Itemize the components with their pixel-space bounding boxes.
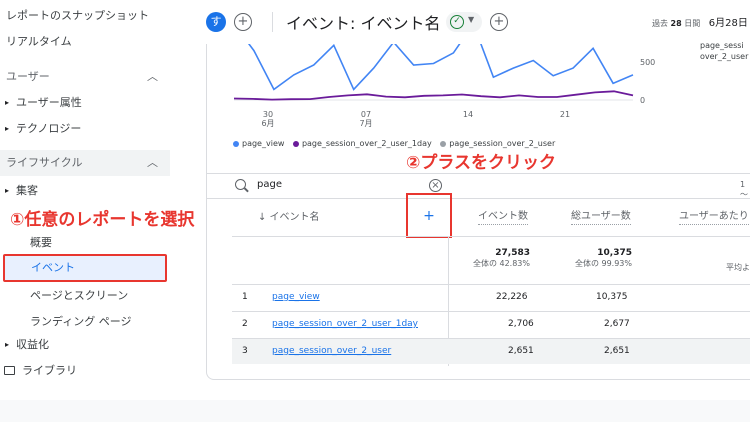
search-input[interactable]: page bbox=[257, 179, 282, 190]
y-tick-label: 0 bbox=[640, 96, 645, 105]
annotation-step2: ②プラスをクリック bbox=[406, 153, 557, 173]
avatar[interactable]: す bbox=[206, 12, 226, 32]
legend-dot bbox=[292, 140, 299, 147]
right-legend: page_sessi over_2_user bbox=[700, 41, 749, 61]
column-header-per-user[interactable]: ユーザーあたり bbox=[679, 209, 749, 225]
column-header-event-count[interactable]: イベント数 bbox=[478, 209, 528, 225]
table-search-row: page × 1 〜 bbox=[207, 173, 750, 199]
event-link[interactable]: page_view bbox=[272, 292, 320, 302]
x-tick-label: 30 bbox=[263, 110, 273, 119]
x-tick-label: 14 bbox=[463, 110, 473, 119]
table-row[interactable]: 3 page_session_over_2_user 2,651 2,651 bbox=[232, 338, 750, 364]
sidebar-item-user-attributes[interactable]: ▸ ユーザー属性 bbox=[0, 91, 170, 115]
column-header-total-users[interactable]: 総ユーザー数 bbox=[571, 209, 631, 225]
column-header-event-name[interactable]: ↓ イベント名 bbox=[258, 200, 320, 236]
header-divider bbox=[232, 236, 750, 237]
add-comparison-icon[interactable]: + bbox=[234, 13, 252, 31]
search-icon bbox=[235, 179, 246, 190]
total-event-count: 27,583 全体の 42.83% bbox=[472, 248, 530, 268]
table-row[interactable]: 1 page_view 22,226 10,375 bbox=[232, 284, 750, 310]
add-filter-icon[interactable]: + bbox=[490, 13, 508, 31]
pagination[interactable]: 1 〜 bbox=[740, 180, 750, 200]
legend-item[interactable]: page_view bbox=[233, 139, 284, 148]
chevron-up-icon: ︿ bbox=[147, 70, 158, 83]
clear-icon[interactable]: × bbox=[429, 179, 442, 192]
date-range[interactable]: 過去 28 日間 6月28日 bbox=[652, 14, 748, 29]
legend-item[interactable]: page_session_over_2_user bbox=[440, 139, 555, 148]
sidebar-item-acquisition[interactable]: ▸ 集客 bbox=[0, 179, 170, 203]
report-header: す + イベント: イベント名 ✓ ▼ + 過去 28 日間 6月28日 bbox=[200, 0, 750, 44]
status-chip[interactable]: ✓ ▼ bbox=[446, 12, 482, 32]
legend-dot bbox=[233, 140, 239, 147]
page-title: イベント: イベント名 bbox=[286, 14, 441, 33]
sidebar-item-technology[interactable]: ▸ テクノロジー bbox=[0, 117, 170, 141]
folder-icon bbox=[4, 366, 15, 375]
check-circle-icon: ✓ bbox=[450, 15, 464, 29]
total-users: 10,375 全体の 99.93% bbox=[574, 248, 632, 268]
per-user-sub: 平均よ bbox=[726, 263, 750, 272]
legend-dot bbox=[440, 140, 447, 147]
chevron-down-icon: ▼ bbox=[468, 15, 475, 24]
series-line-page_session_over_2_user_1day bbox=[233, 90, 634, 101]
sidebar-item-events[interactable]: イベント bbox=[3, 254, 167, 282]
x-tick-label: 6月 bbox=[261, 119, 274, 128]
x-tick-label: 7月 bbox=[359, 119, 372, 128]
event-link[interactable]: page_session_over_2_user_1day bbox=[272, 319, 418, 329]
sidebar-item-snapshot[interactable]: レポートのスナップショット bbox=[0, 4, 170, 28]
expand-icon: ▸ bbox=[5, 186, 10, 195]
event-link[interactable]: page_session_over_2_user bbox=[272, 346, 391, 356]
chart-legend: page_view page_session_over_2_user_1day … bbox=[233, 139, 561, 148]
expand-icon: ▸ bbox=[5, 124, 10, 133]
sidebar-item-realtime[interactable]: リアルタイム bbox=[0, 30, 170, 54]
table-row[interactable]: 2 page_session_over_2_user_1day 2,706 2,… bbox=[232, 311, 750, 337]
expand-icon: ▸ bbox=[5, 98, 10, 107]
y-tick-label: 500 bbox=[640, 58, 655, 67]
chevron-up-icon: ︿ bbox=[147, 156, 158, 169]
footer-bar bbox=[0, 400, 750, 422]
sidebar-item-pages-screens[interactable]: ページとスクリーン bbox=[0, 284, 170, 308]
sidebar-item-library[interactable]: ライブラリ bbox=[0, 360, 170, 382]
x-tick-label: 21 bbox=[560, 110, 570, 119]
sidebar-item-landing-page[interactable]: ランディング ページ bbox=[0, 310, 170, 334]
sidebar-item-overview[interactable]: 概要 bbox=[0, 231, 170, 255]
series-line-page_view bbox=[247, 44, 634, 91]
sidebar-section-users[interactable]: ユーザー ︿ bbox=[0, 64, 170, 90]
expand-icon: ▸ bbox=[5, 340, 10, 349]
add-dimension-button[interactable]: + bbox=[406, 193, 452, 238]
line-chart: 500 0 306月 077月 14 21 bbox=[233, 44, 655, 128]
x-tick-label: 07 bbox=[361, 110, 371, 119]
legend-item[interactable]: page_session_over_2_user_1day bbox=[292, 139, 432, 148]
divider bbox=[272, 12, 273, 32]
annotation-step1: ①任意のレポートを選択 bbox=[10, 210, 195, 230]
sidebar-section-lifecycle[interactable]: ライフサイクル ︿ bbox=[0, 150, 170, 176]
sidebar-item-monetization[interactable]: ▸ 収益化 bbox=[0, 338, 170, 352]
